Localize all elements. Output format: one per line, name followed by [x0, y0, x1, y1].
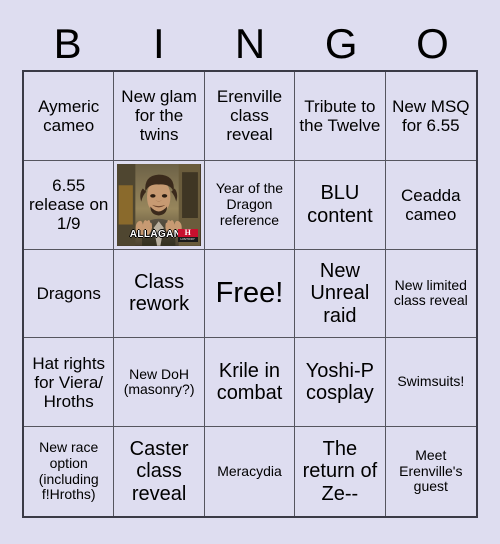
- bingo-letter-o: O: [416, 20, 449, 67]
- bingo-cell-label: Aymeric cameo: [38, 96, 100, 135]
- bingo-cell[interactable]: New DoH (masonry?): [114, 338, 205, 428]
- bingo-cell[interactable]: Free!: [204, 249, 296, 339]
- bingo-cell-label: New MSQ for 6.55: [392, 96, 470, 135]
- bingo-cell[interactable]: Year of the Dragon reference: [204, 160, 296, 250]
- bingo-cell-label: The return of Ze--: [302, 438, 378, 505]
- bingo-cell[interactable]: 6.55 release on 1/9: [24, 160, 115, 250]
- bingo-cell-label: Swimsuits!: [397, 373, 465, 390]
- history-logo-wordmark: HISTORY: [180, 237, 196, 242]
- history-channel-logo-icon: H HISTORY: [177, 228, 198, 242]
- bingo-cell[interactable]: New Unreal raid: [295, 249, 386, 339]
- bingo-cell-label: BLU content: [307, 182, 373, 227]
- history-logo-letter: H: [177, 229, 198, 238]
- bingo-cell[interactable]: ALLAGANS H HISTORY: [114, 160, 205, 250]
- bingo-cell-label: Class rework: [129, 271, 190, 316]
- bingo-cell-label: New glam for the twins: [121, 87, 197, 145]
- bingo-letter-n: N: [234, 20, 266, 67]
- bingo-header: B I N G O: [22, 18, 478, 70]
- ancient-aliens-meme-image: ALLAGANS H HISTORY: [117, 163, 201, 246]
- bingo-letter-b: B: [53, 20, 82, 67]
- bingo-cell[interactable]: New limited class reveal: [385, 249, 476, 339]
- bingo-cell[interactable]: New MSQ for 6.55: [385, 72, 476, 161]
- bingo-cell[interactable]: Meracydia: [204, 427, 296, 516]
- bingo-cell-label: Caster class reveal: [129, 438, 189, 505]
- bingo-cell-label: Hat rights for Viera/ Hroths: [32, 353, 106, 411]
- bingo-cell[interactable]: BLU content: [295, 160, 386, 250]
- bingo-letter-g: G: [324, 20, 358, 67]
- bingo-cell-label: New race option (including f!Hroths): [38, 439, 99, 503]
- bingo-cell-label: Erenville class reveal: [216, 87, 283, 145]
- bingo-letter-i: I: [152, 20, 165, 67]
- bingo-cell[interactable]: New race option (including f!Hroths): [24, 427, 115, 516]
- bingo-cell[interactable]: Caster class reveal: [114, 427, 205, 516]
- bingo-cell[interactable]: Dragons: [24, 249, 115, 339]
- bingo-cell[interactable]: The return of Ze--: [295, 427, 386, 516]
- bingo-cell-label: New Unreal raid: [310, 259, 370, 327]
- bingo-cell-label: Meet Erenville's guest: [399, 447, 463, 495]
- bingo-cell-label: Yoshi-P cosplay: [305, 359, 374, 405]
- bingo-grid: Aymeric cameo New glam for the twins Erenv…: [22, 70, 478, 518]
- bingo-cell-label: Krile in combat: [216, 359, 283, 405]
- bingo-cell[interactable]: Ceadda cameo: [385, 160, 476, 250]
- bingo-cell[interactable]: New glam for the twins: [114, 72, 205, 161]
- bingo-cell[interactable]: Yoshi-P cosplay: [295, 338, 386, 428]
- bingo-cell[interactable]: Tribute to the Twelve: [295, 72, 386, 161]
- bingo-cell-label: Year of the Dragon reference: [215, 180, 284, 228]
- bingo-cell[interactable]: Hat rights for Viera/ Hroths: [24, 338, 115, 428]
- bingo-cell-label: Dragons: [36, 283, 101, 303]
- bingo-cell[interactable]: Meet Erenville's guest: [385, 427, 476, 516]
- bingo-cell[interactable]: Krile in combat: [204, 338, 296, 428]
- bingo-cell-label: Tribute to the Twelve: [299, 96, 381, 135]
- bingo-cell[interactable]: Swimsuits!: [385, 338, 476, 428]
- bingo-cell-label: Free!: [215, 277, 284, 310]
- bingo-cell[interactable]: Class rework: [114, 249, 205, 339]
- bingo-cell-label: New limited class reveal: [393, 276, 468, 309]
- bingo-cell-label: 6.55 release on 1/9: [29, 176, 109, 234]
- bingo-cell[interactable]: Aymeric cameo: [24, 72, 115, 161]
- bingo-cell[interactable]: Erenville class reveal: [204, 72, 296, 161]
- bingo-cell-label: Meracydia: [217, 462, 282, 479]
- bingo-card: B I N G O Aymeric cameo New glam for the …: [0, 0, 500, 544]
- bingo-cell-label: Ceadda cameo: [401, 185, 461, 224]
- bingo-cell-label: New DoH (masonry?): [123, 365, 195, 398]
